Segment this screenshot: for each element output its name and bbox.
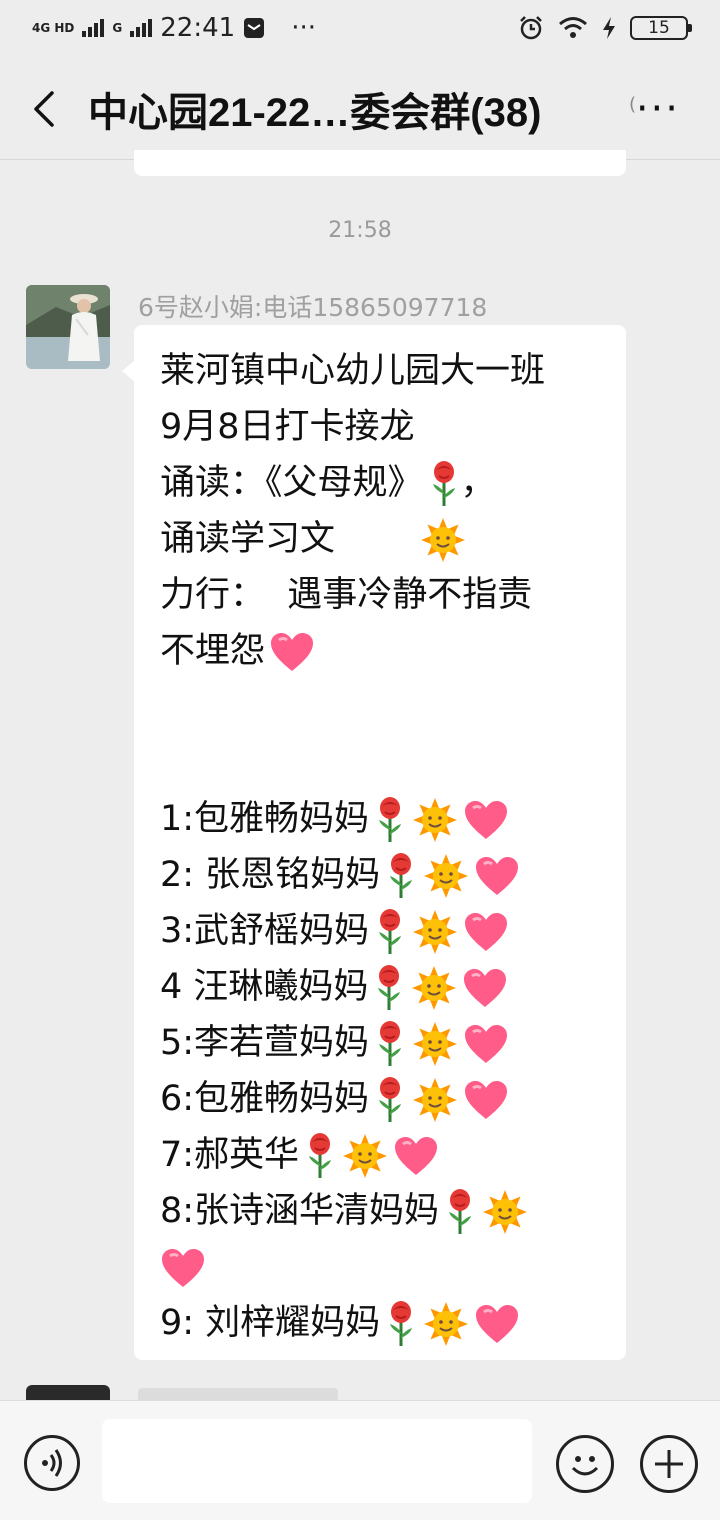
sun-icon <box>411 796 459 844</box>
message-text: 诵读：《父母规》 <box>160 463 423 503</box>
sun-icon <box>481 1188 529 1236</box>
message-text: 6:包雅畅妈妈 <box>160 1079 370 1119</box>
sun-icon <box>411 1076 459 1124</box>
heart-icon <box>393 1135 439 1177</box>
status-time: 22:41 <box>160 13 236 43</box>
list-item: 5:李若萱妈妈 <box>160 1015 610 1071</box>
more-functions-button[interactable] <box>640 1435 698 1493</box>
status-bar: 4G HD G 22:41 ··· 15 <box>0 0 720 56</box>
message-text: 莱河镇中心幼儿园大一班 <box>160 351 546 391</box>
list-item-continuation <box>160 1239 610 1295</box>
sender-name: 6号赵小娟:电话15865097718 <box>138 293 488 322</box>
message-line: 不埋怨 <box>160 623 610 679</box>
sun-icon <box>410 964 458 1012</box>
list-item: 6:包雅畅妈妈 <box>160 1071 610 1127</box>
avatar-photo <box>26 285 110 369</box>
list-item: 4 汪琳曦妈妈 <box>160 959 610 1015</box>
sender-avatar[interactable] <box>26 285 110 369</box>
sun-icon <box>419 516 467 564</box>
message-text: 4 汪琳曦妈妈 <box>160 967 369 1007</box>
smiley-icon <box>571 1456 599 1476</box>
heart-icon <box>462 967 508 1009</box>
list-item: 2: 张恩铭妈妈 <box>160 847 610 903</box>
message-text: 5:李若萱妈妈 <box>160 1023 370 1063</box>
alarm-icon <box>520 16 542 40</box>
list-item: 3:武舒榣妈妈 <box>160 903 610 959</box>
rose-icon <box>384 1300 418 1348</box>
rose-icon <box>384 852 418 900</box>
more-options-button[interactable]: ··· <box>636 86 680 132</box>
rose-icon <box>373 1020 407 1068</box>
message-text: 9: 刘梓耀妈妈 <box>160 1303 381 1343</box>
signal-icon <box>82 19 105 37</box>
rose-icon <box>372 964 406 1012</box>
previous-message-bubble[interactable] <box>134 150 626 176</box>
sun-icon <box>341 1132 389 1180</box>
rose-icon <box>373 908 407 956</box>
plus-icon <box>655 1450 683 1478</box>
heart-icon <box>474 855 520 897</box>
sun-icon <box>411 908 459 956</box>
sun-icon <box>422 852 470 900</box>
network-indicator-2: G <box>112 21 123 35</box>
status-left: 4G HD G 22:41 ··· <box>32 13 316 43</box>
heart-icon <box>463 799 509 841</box>
message-text: 诵读学习文 <box>160 519 336 559</box>
list-item: 8:张诗涵华清妈妈 <box>160 1183 610 1239</box>
rose-icon <box>443 1188 477 1236</box>
heart-icon <box>269 631 315 673</box>
rose-icon <box>373 796 407 844</box>
message-text: 7:郝英华 <box>160 1135 300 1175</box>
signal-icon-2 <box>130 19 153 37</box>
list-item: 7:郝英华 <box>160 1127 610 1183</box>
message-line: 9月8日打卡接龙 <box>160 399 610 455</box>
heart-icon <box>160 1247 206 1289</box>
heart-icon <box>463 1079 509 1121</box>
blank-lines <box>160 679 610 791</box>
back-arrow-icon[interactable] <box>30 90 60 128</box>
heart-icon <box>474 1303 520 1345</box>
message-text: 不埋怨 <box>160 631 266 671</box>
battery-icon: 15 <box>630 16 692 40</box>
wifi-icon <box>559 17 587 38</box>
sun-icon <box>422 1300 470 1348</box>
message-text: 3:武舒榣妈妈 <box>160 911 370 951</box>
chat-header: 中心园21-22…委会群(38) ( ··· <box>0 56 720 160</box>
message-bubble[interactable]: 莱河镇中心幼儿园大一班 9月8日打卡接龙 诵读：《父母规》 ， 诵读学习文 力行：… <box>122 325 626 1360</box>
message-text: 9月8日打卡接龙 <box>160 407 415 447</box>
message-text: 8:张诗涵华清妈妈 <box>160 1191 440 1231</box>
message-text: 力行： 遇事冷静不指责 <box>160 575 533 615</box>
rose-icon <box>427 460 461 508</box>
message-text: 1:包雅畅妈妈 <box>160 799 370 839</box>
message-timestamp: 21:58 <box>328 218 392 243</box>
heart-icon <box>463 911 509 953</box>
message-line: 诵读学习文 <box>160 511 610 567</box>
message-punctuation: ， <box>460 463 496 503</box>
status-right: 15 <box>518 15 692 41</box>
list-item: 1:包雅畅妈妈 <box>160 791 610 847</box>
status-more: ··· <box>291 13 316 43</box>
message-line: 诵读：《父母规》 ， <box>160 455 610 511</box>
network-indicator: 4G HD <box>32 21 75 35</box>
sun-icon <box>411 1020 459 1068</box>
heart-icon <box>463 1023 509 1065</box>
message-line: 莱河镇中心幼儿园大一班 <box>160 343 610 399</box>
rose-icon <box>303 1132 337 1180</box>
emoji-button[interactable] <box>556 1435 614 1493</box>
list-item: 9: 刘梓耀妈妈 <box>160 1295 610 1351</box>
charging-icon <box>603 17 615 39</box>
input-bar <box>0 1400 720 1520</box>
message-text: 2: 张恩铭妈妈 <box>160 855 381 895</box>
voice-input-button[interactable] <box>24 1435 80 1491</box>
voice-icon <box>42 1449 62 1477</box>
rose-icon <box>373 1076 407 1124</box>
chat-title: 中心园21-22…委会群(38) <box>88 91 542 135</box>
message-input[interactable] <box>102 1419 532 1503</box>
notification-icon <box>244 18 265 38</box>
message-line: 力行： 遇事冷静不指责 <box>160 567 610 623</box>
